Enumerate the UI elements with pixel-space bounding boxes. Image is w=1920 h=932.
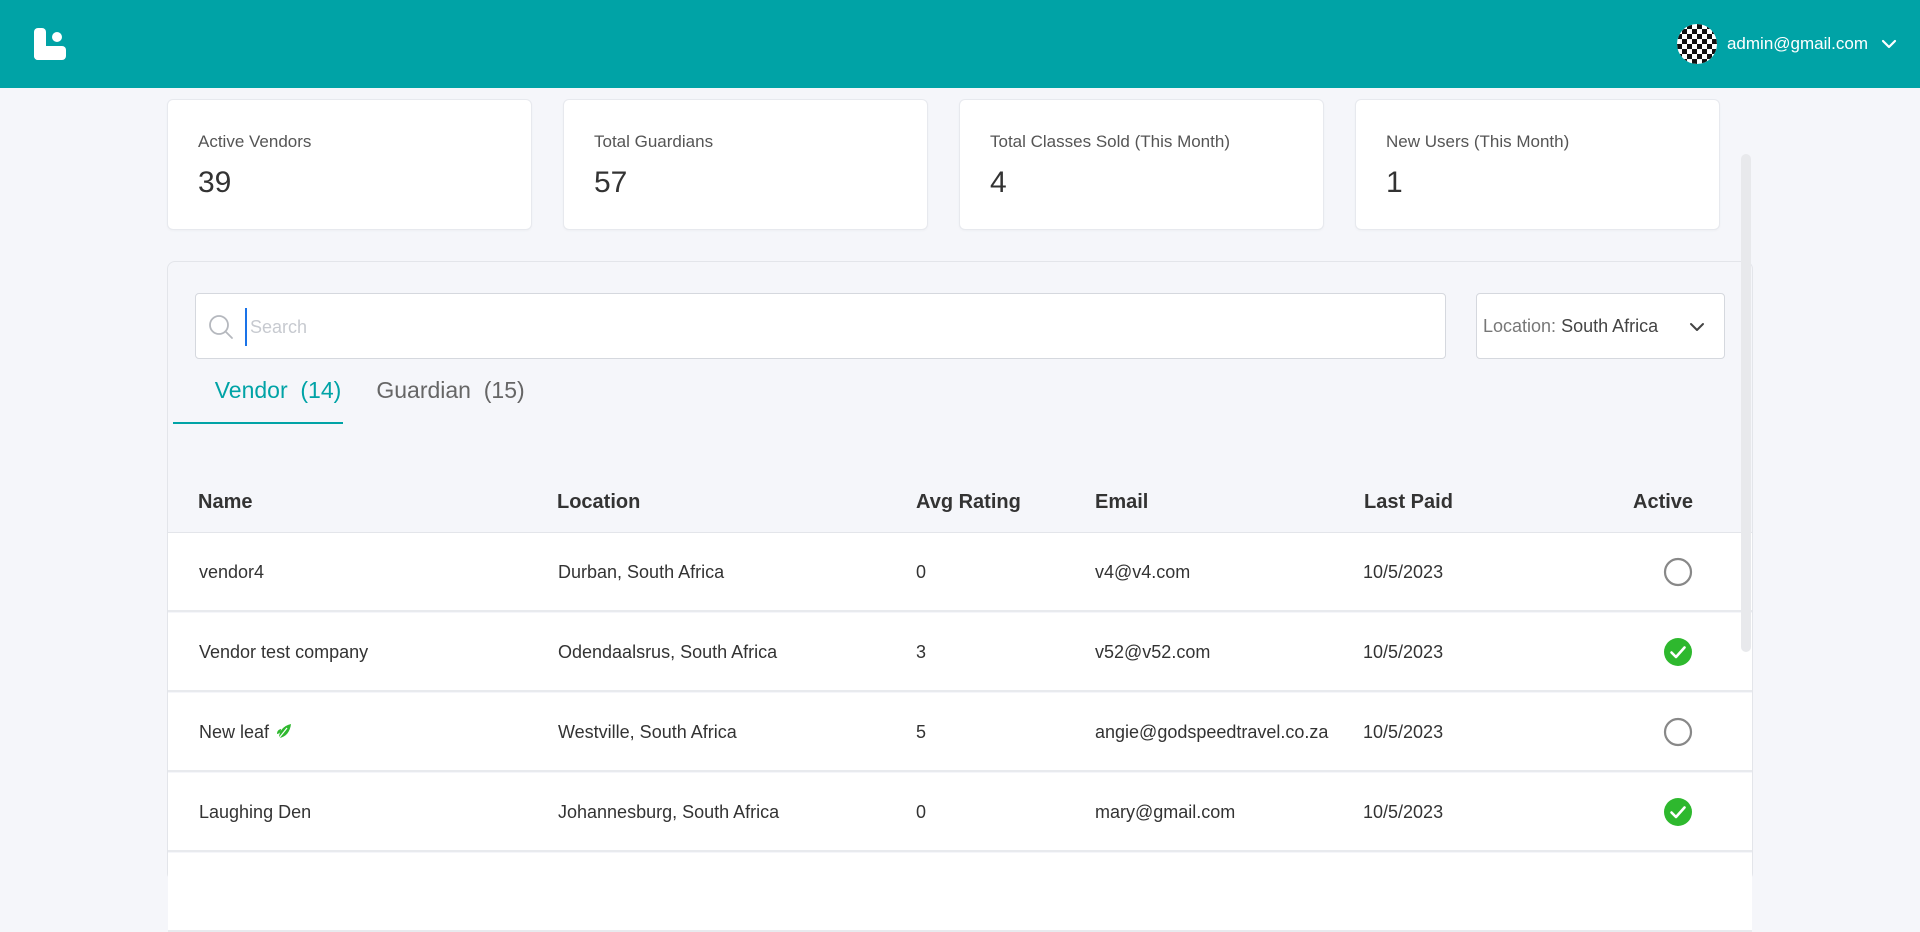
stat-value: 57 bbox=[594, 166, 628, 199]
column-header-avg-rating[interactable]: Avg Rating bbox=[916, 491, 1021, 514]
top-bar: admin@gmail.com bbox=[0, 0, 1920, 88]
chevron-down-icon[interactable] bbox=[1688, 318, 1706, 336]
active-tab-indicator bbox=[173, 422, 343, 424]
stat-card-active-vendors: Active Vendors 39 bbox=[167, 99, 532, 230]
cell-name: New leaf bbox=[199, 722, 293, 743]
leaf-icon bbox=[277, 724, 292, 739]
stat-card-classes-sold: Total Classes Sold (This Month) 4 bbox=[959, 99, 1324, 230]
cell-email: v52@v52.com bbox=[1095, 642, 1211, 662]
column-header-name[interactable]: Name bbox=[198, 491, 252, 514]
cell-name: Laughing Den bbox=[199, 802, 312, 822]
table-row[interactable]: Laughing Den Johannesburg, South Africa … bbox=[168, 773, 1752, 852]
stat-value: 39 bbox=[198, 166, 232, 199]
cell-last-paid: 10/5/2023 bbox=[1363, 562, 1444, 582]
tab-guardian[interactable]: Guardian (15) bbox=[363, 377, 538, 423]
cell-location: Durban, South Africa bbox=[558, 562, 725, 582]
column-header-active[interactable]: Active bbox=[1633, 491, 1693, 514]
cell-rating: 0 bbox=[916, 802, 927, 822]
inactive-circle-icon[interactable] bbox=[1663, 717, 1693, 747]
cell-last-paid: 10/5/2023 bbox=[1363, 802, 1444, 822]
location-label: Location: bbox=[1483, 315, 1557, 336]
stat-label: Active Vendors bbox=[198, 132, 312, 151]
cell-email: angie@godspeedtravel.co.za bbox=[1095, 722, 1329, 742]
cell-rating: 0 bbox=[916, 562, 927, 582]
search-input[interactable] bbox=[245, 308, 1425, 346]
cell-location: Johannesburg, South Africa bbox=[558, 802, 780, 822]
column-header-email[interactable]: Email bbox=[1095, 491, 1148, 514]
cell-rating: 3 bbox=[916, 642, 927, 662]
stat-value: 1 bbox=[1386, 166, 1403, 199]
users-panel: Location: South Africa Vendor (14) Guard… bbox=[167, 261, 1753, 932]
cell-location: Westville, South Africa bbox=[558, 722, 737, 742]
location-value: South Africa bbox=[1561, 315, 1659, 336]
stat-label: New Users (This Month) bbox=[1386, 132, 1570, 151]
stat-card-total-guardians: Total Guardians 57 bbox=[563, 99, 928, 230]
column-header-location[interactable]: Location bbox=[557, 491, 640, 514]
table-row[interactable]: New leaf Westville, South Africa 5 angie… bbox=[168, 693, 1752, 772]
search-icon bbox=[209, 315, 233, 339]
cell-rating: 5 bbox=[916, 722, 927, 742]
stat-label: Total Classes Sold (This Month) bbox=[990, 132, 1230, 151]
cell-last-paid: 10/5/2023 bbox=[1363, 722, 1444, 742]
column-header-last-paid[interactable]: Last Paid bbox=[1364, 491, 1453, 514]
user-menu[interactable]: admin@gmail.com bbox=[1676, 24, 1898, 64]
table-row[interactable]: Vendor test company Odendaalsrus, South … bbox=[168, 613, 1752, 692]
cell-location: Odendaalsrus, South Africa bbox=[558, 642, 778, 662]
cell-email: v4@v4.com bbox=[1095, 562, 1191, 582]
cell-email: mary@gmail.com bbox=[1095, 802, 1236, 822]
tab-vendor[interactable]: Vendor (14) bbox=[193, 377, 363, 423]
location-select[interactable]: Location: South Africa bbox=[1476, 293, 1725, 359]
user-email[interactable]: admin@gmail.com bbox=[1727, 34, 1868, 54]
active-check-icon[interactable] bbox=[1663, 797, 1693, 827]
search-box[interactable] bbox=[195, 293, 1446, 359]
cell-name: vendor4 bbox=[199, 562, 265, 582]
cell-name: Vendor test company bbox=[199, 642, 369, 662]
active-check-icon[interactable] bbox=[1663, 637, 1693, 667]
table-row[interactable]: vendor4 Durban, South Africa 0 v4@v4.com… bbox=[168, 533, 1752, 612]
chevron-down-icon[interactable] bbox=[1880, 35, 1898, 53]
cell-name-text: New leaf bbox=[199, 722, 270, 742]
table-row[interactable] bbox=[168, 853, 1752, 932]
cell-last-paid: 10/5/2023 bbox=[1363, 642, 1444, 662]
stat-label: Total Guardians bbox=[594, 132, 714, 151]
stat-card-new-users: New Users (This Month) 1 bbox=[1355, 99, 1720, 230]
stat-value: 4 bbox=[990, 166, 1007, 199]
app-logo-icon[interactable] bbox=[34, 28, 66, 60]
avatar[interactable] bbox=[1676, 24, 1717, 64]
inactive-circle-icon[interactable] bbox=[1663, 557, 1693, 587]
scrollbar[interactable] bbox=[1741, 154, 1751, 652]
